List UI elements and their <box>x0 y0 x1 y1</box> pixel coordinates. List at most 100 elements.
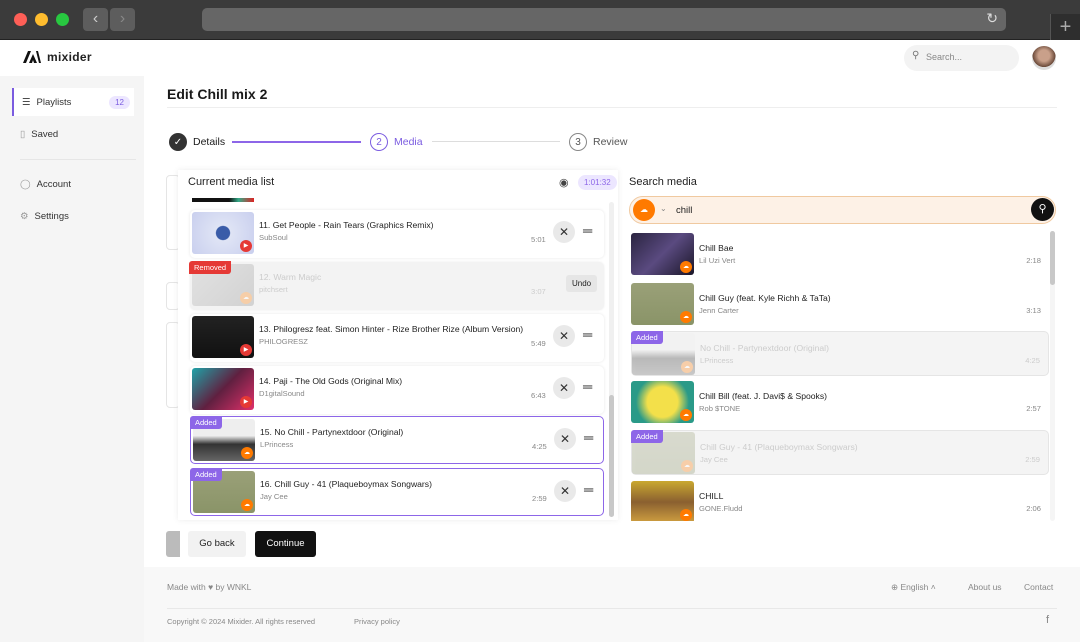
current-media-title: Current media list <box>188 176 274 188</box>
search-submit-button[interactable]: ⚲ <box>1031 198 1054 221</box>
drag-handle-icon[interactable]: ═ <box>583 327 592 342</box>
app-header: mixider ⚲ Search... <box>0 40 1080 76</box>
sidebar-item-settings[interactable]: ⚙Settings <box>12 202 134 230</box>
close-window-button[interactable] <box>14 13 27 26</box>
search-media-title: Search media <box>629 176 697 188</box>
step-connector <box>232 141 361 143</box>
step-details[interactable]: ✓Details <box>169 133 225 151</box>
youtube-icon: ▶ <box>240 396 252 408</box>
sidebar-item-playlists[interactable]: ☰Playlists12 <box>12 88 134 116</box>
thumbnail <box>192 198 254 202</box>
soundcloud-icon: ☁ <box>680 311 692 323</box>
media-list-item[interactable]: ▶ 13. Philogresz feat. Simon Hinter - Ri… <box>190 314 604 362</box>
remove-item-button[interactable]: ✕ <box>554 428 576 450</box>
remove-item-button[interactable]: ✕ <box>553 221 575 243</box>
removed-tag: Removed <box>189 261 231 274</box>
page-title: Edit Chill mix 2 <box>167 86 267 102</box>
privacy-link[interactable]: Privacy policy <box>354 617 400 626</box>
go-back-button[interactable]: Go back <box>188 531 246 557</box>
search-result-item[interactable]: ☁ Chill BaeLil Uzi Vert2:18 <box>631 232 1049 277</box>
reload-icon[interactable]: ↻ <box>986 10 998 27</box>
background-button <box>166 531 180 557</box>
language-selector[interactable]: ⊕ English ˄ <box>891 582 936 593</box>
soundcloud-icon: ☁ <box>681 460 693 472</box>
soundcloud-source-selector[interactable]: ☁ <box>633 199 655 221</box>
divider <box>167 608 1057 609</box>
divider <box>20 159 136 160</box>
copyright-text: Copyright © 2024 Mixider. All rights res… <box>167 617 315 626</box>
continue-button[interactable]: Continue <box>255 531 316 557</box>
address-bar[interactable]: ↻ <box>202 8 1006 31</box>
check-icon: ✓ <box>169 133 187 151</box>
added-tag: Added <box>190 416 222 429</box>
soundcloud-icon: ☁ <box>241 447 253 459</box>
new-tab-button[interactable]: + <box>1050 14 1080 40</box>
drag-handle-icon[interactable]: ═ <box>584 482 593 497</box>
scrollbar[interactable] <box>1050 231 1055 521</box>
thumbnail: ▶ <box>192 316 254 358</box>
chevron-down-icon[interactable]: ⌄ <box>660 204 667 213</box>
divider <box>167 107 1057 108</box>
thumbnail: ☁ <box>631 381 694 423</box>
step-connector <box>432 141 560 142</box>
drag-handle-icon[interactable]: ═ <box>584 430 593 445</box>
media-list-item[interactable]: ☁ Added15. No Chill - Partynextdoor (Ori… <box>190 416 604 464</box>
footer: Made with ♥ by WNKL ⊕ English ˄ About us… <box>144 567 1080 642</box>
media-list-item[interactable]: ☁ Added16. Chill Guy - 41 (Plaqueboymax … <box>190 468 604 516</box>
contact-link[interactable]: Contact <box>1024 582 1053 592</box>
remove-item-button[interactable]: ✕ <box>553 325 575 347</box>
remove-item-button[interactable]: ✕ <box>553 377 575 399</box>
sidebar-item-saved[interactable]: ▯Saved <box>12 120 134 148</box>
thumbnail: ☁ <box>631 283 694 325</box>
search-icon: ⚲ <box>912 50 919 61</box>
youtube-icon: ▶ <box>240 344 252 356</box>
media-search-bar: ☁ ⌄ chill ⚲ <box>629 196 1056 224</box>
scrollbar[interactable] <box>609 202 614 517</box>
added-tag: Added <box>631 430 663 443</box>
total-duration-badge: 1:01:32 <box>578 175 617 190</box>
logo[interactable]: mixider <box>23 50 92 64</box>
thumbnail: ▶ <box>192 368 254 410</box>
thumbnail: ▶ <box>192 212 254 254</box>
thumbnail: ☁ <box>631 233 694 275</box>
search-query-input[interactable]: chill <box>676 205 692 216</box>
step-review[interactable]: 3Review <box>569 133 627 151</box>
media-list-item[interactable]: ☁ Removed12. Warm Magicpitchsert3:07Undo <box>190 262 604 310</box>
browser-toolbar: ‹ › ↻ + <box>0 0 1080 40</box>
search-result-item[interactable]: ☁ CHILLGONE.Fludd2:06 <box>631 480 1049 521</box>
minimize-window-button[interactable] <box>35 13 48 26</box>
added-tag: Added <box>631 331 663 344</box>
step-media[interactable]: 2Media <box>370 133 423 151</box>
current-media-panel: Current media list ◉ 1:01:32 ▶ 11. Get P… <box>178 170 618 520</box>
soundcloud-icon: ☁ <box>680 261 692 273</box>
maximize-window-button[interactable] <box>56 13 69 26</box>
about-link[interactable]: About us <box>968 582 1002 592</box>
header-search-input[interactable]: ⚲ Search... <box>904 45 1019 71</box>
media-list-item[interactable]: ▶ 11. Get People - Rain Tears (Graphics … <box>190 210 604 258</box>
media-list-item[interactable]: ▶ 14. Paji - The Old Gods (Original Mix)… <box>190 366 604 414</box>
undo-button[interactable]: Undo <box>566 275 597 292</box>
soundcloud-icon: ☁ <box>240 292 252 304</box>
drag-handle-icon[interactable]: ═ <box>583 379 592 394</box>
scrollbar-thumb[interactable] <box>609 395 614 517</box>
scrollbar-thumb[interactable] <box>1050 231 1055 285</box>
soundcloud-icon: ☁ <box>680 509 692 521</box>
drag-handle-icon[interactable]: ═ <box>583 223 592 238</box>
remove-item-button[interactable]: ✕ <box>554 480 576 502</box>
facebook-icon[interactable]: f <box>1046 614 1049 626</box>
soundcloud-icon: ☁ <box>680 409 692 421</box>
added-tag: Added <box>190 468 222 481</box>
sidebar-item-account[interactable]: ◯Account <box>12 170 134 198</box>
search-result-item[interactable]: ☁ AddedNo Chill - Partynextdoor (Origina… <box>631 331 1049 376</box>
search-result-item[interactable]: ☁ Chill Bill (feat. J. Davi$ & Spooks)Ro… <box>631 380 1049 425</box>
forward-icon[interactable]: › <box>110 8 135 31</box>
made-with-text: Made with ♥ by WNKL <box>167 582 251 592</box>
playlist-icon: ☰ <box>22 97 31 108</box>
search-result-item[interactable]: ☁ Chill Guy (feat. Kyle Richh & TaTa)Jen… <box>631 282 1049 327</box>
back-icon[interactable]: ‹ <box>83 8 108 31</box>
avatar[interactable] <box>1032 46 1056 70</box>
soundcloud-icon: ☁ <box>241 499 253 511</box>
user-icon: ◯ <box>20 179 31 190</box>
eye-icon[interactable]: ◉ <box>559 176 569 189</box>
search-result-item[interactable]: ☁ AddedChill Guy - 41 (Plaqueboymax Song… <box>631 430 1049 475</box>
